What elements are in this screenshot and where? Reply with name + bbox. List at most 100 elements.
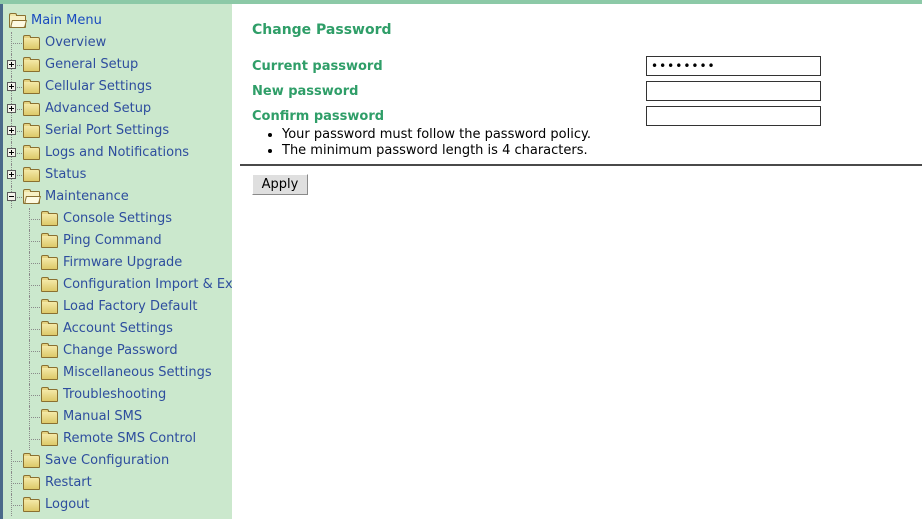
folder-icon <box>41 211 58 226</box>
tree-connector-line <box>29 439 40 440</box>
page-root: Main Menu Overview General Setup Cellular S… <box>0 0 922 519</box>
tree-connector-line <box>29 263 40 264</box>
tree-connector-line <box>29 219 40 220</box>
expand-icon[interactable] <box>7 104 16 113</box>
sidebar-item-overview[interactable]: Overview <box>3 32 232 54</box>
hint-item: Your password must follow the password p… <box>282 127 591 143</box>
folder-icon <box>23 145 40 160</box>
confirm-password-label: Confirm password <box>252 109 385 124</box>
sidebar-item-label: Configuration Import & Export <box>63 277 232 292</box>
expand-icon[interactable] <box>7 82 16 91</box>
sidebar-item-logs-and-notifications[interactable]: Logs and Notifications <box>3 142 232 164</box>
expand-icon[interactable] <box>7 148 16 157</box>
sidebar-item-label: Ping Command <box>63 233 162 248</box>
sidebar-item-account-settings[interactable]: Account Settings <box>3 318 232 340</box>
current-password-input[interactable] <box>646 56 821 76</box>
sidebar-item-label: Console Settings <box>63 211 173 226</box>
sidebar-item-general-setup[interactable]: General Setup <box>3 54 232 76</box>
folder-icon <box>23 475 40 490</box>
sidebar-item-label: Advanced Setup <box>45 101 152 116</box>
folder-icon <box>41 431 58 446</box>
tree-connector-line <box>29 329 40 330</box>
sidebar-item-label: Restart <box>45 475 92 490</box>
folder-icon <box>23 123 40 138</box>
sidebar-item-cellular-settings[interactable]: Cellular Settings <box>3 76 232 98</box>
folder-icon <box>41 321 58 336</box>
sidebar-item-configuration-import-export[interactable]: Configuration Import & Export <box>3 274 232 296</box>
folder-icon <box>23 497 40 512</box>
sidebar-item-label: Maintenance <box>45 189 129 204</box>
sidebar-item-label: Remote SMS Control <box>63 431 197 446</box>
sidebar-item-save-configuration[interactable]: Save Configuration <box>3 450 232 472</box>
sidebar-item-change-password[interactable]: Change Password <box>3 340 232 362</box>
tree-connector-line <box>11 505 22 506</box>
tree-connector-line <box>11 461 22 462</box>
sidebar-item-label: Firmware Upgrade <box>63 255 183 270</box>
open-folder-icon <box>9 13 26 28</box>
sidebar-item-maintenance[interactable]: Maintenance <box>3 186 232 208</box>
open-folder-icon <box>23 189 40 204</box>
sidebar-item-label: Serial Port Settings <box>45 123 170 138</box>
sidebar-item-label: Save Configuration <box>45 453 170 468</box>
expand-icon[interactable] <box>7 60 16 69</box>
sidebar-item-label: Logout <box>45 497 90 512</box>
sidebar-item-label: Manual SMS <box>63 409 143 424</box>
hint-item: The minimum password length is 4 charact… <box>282 143 591 159</box>
navigation-sidebar: Main Menu Overview General Setup Cellular S… <box>0 4 232 519</box>
sidebar-item-load-factory-default[interactable]: Load Factory Default <box>3 296 232 318</box>
expand-icon[interactable] <box>7 126 16 135</box>
sidebar-item-remote-sms-control[interactable]: Remote SMS Control <box>3 428 232 450</box>
section-divider <box>240 164 922 166</box>
page-title: Change Password <box>252 22 392 38</box>
sidebar-item-logout[interactable]: Logout <box>3 494 232 516</box>
sidebar-item-label: General Setup <box>45 57 139 72</box>
navigation-tree: Main Menu Overview General Setup Cellular S… <box>3 10 232 516</box>
sidebar-item-advanced-setup[interactable]: Advanced Setup <box>3 98 232 120</box>
sidebar-item-label: Change Password <box>63 343 178 358</box>
sidebar-item-label: Troubleshooting <box>63 387 167 402</box>
sidebar-item-ping-command[interactable]: Ping Command <box>3 230 232 252</box>
folder-icon <box>23 35 40 50</box>
folder-icon <box>23 101 40 116</box>
folder-icon <box>41 409 58 424</box>
tree-connector-line <box>29 241 40 242</box>
tree-connector-line <box>29 307 40 308</box>
sidebar-item-manual-sms[interactable]: Manual SMS <box>3 406 232 428</box>
sidebar-item-troubleshooting[interactable]: Troubleshooting <box>3 384 232 406</box>
form-row-new-password: New password <box>252 81 922 106</box>
tree-connector-line <box>29 351 40 352</box>
tree-connector-line <box>29 373 40 374</box>
sidebar-item-label: Account Settings <box>63 321 173 336</box>
sidebar-item-label: Main Menu <box>31 13 102 28</box>
tree-connector-line <box>29 285 40 286</box>
sidebar-item-label: Load Factory Default <box>63 299 198 314</box>
form-row-current-password: Current password <box>252 56 922 81</box>
folder-icon <box>41 299 58 314</box>
sidebar-item-console-settings[interactable]: Console Settings <box>3 208 232 230</box>
confirm-password-input[interactable] <box>646 106 821 126</box>
new-password-input[interactable] <box>646 81 821 101</box>
new-password-label: New password <box>252 84 359 99</box>
collapse-icon[interactable] <box>7 192 16 201</box>
folder-icon <box>41 365 58 380</box>
sidebar-item-label: Logs and Notifications <box>45 145 190 160</box>
folder-icon <box>41 233 58 248</box>
sidebar-item-firmware-upgrade[interactable]: Firmware Upgrade <box>3 252 232 274</box>
sidebar-item-restart[interactable]: Restart <box>3 472 232 494</box>
tree-connector-line <box>29 417 40 418</box>
folder-icon <box>41 255 58 270</box>
sidebar-item-miscellaneous-settings[interactable]: Miscellaneous Settings <box>3 362 232 384</box>
folder-icon <box>23 79 40 94</box>
apply-button[interactable]: Apply <box>252 174 308 195</box>
sidebar-item-main-menu[interactable]: Main Menu <box>3 10 232 32</box>
sidebar-item-status[interactable]: Status <box>3 164 232 186</box>
folder-icon <box>41 343 58 358</box>
expand-icon[interactable] <box>7 170 16 179</box>
sidebar-item-serial-port-settings[interactable]: Serial Port Settings <box>3 120 232 142</box>
tree-connector-line <box>29 395 40 396</box>
folder-icon <box>23 57 40 72</box>
sidebar-item-label: Miscellaneous Settings <box>63 365 212 380</box>
folder-icon <box>23 167 40 182</box>
folder-icon <box>41 387 58 402</box>
tree-connector-line <box>11 483 22 484</box>
